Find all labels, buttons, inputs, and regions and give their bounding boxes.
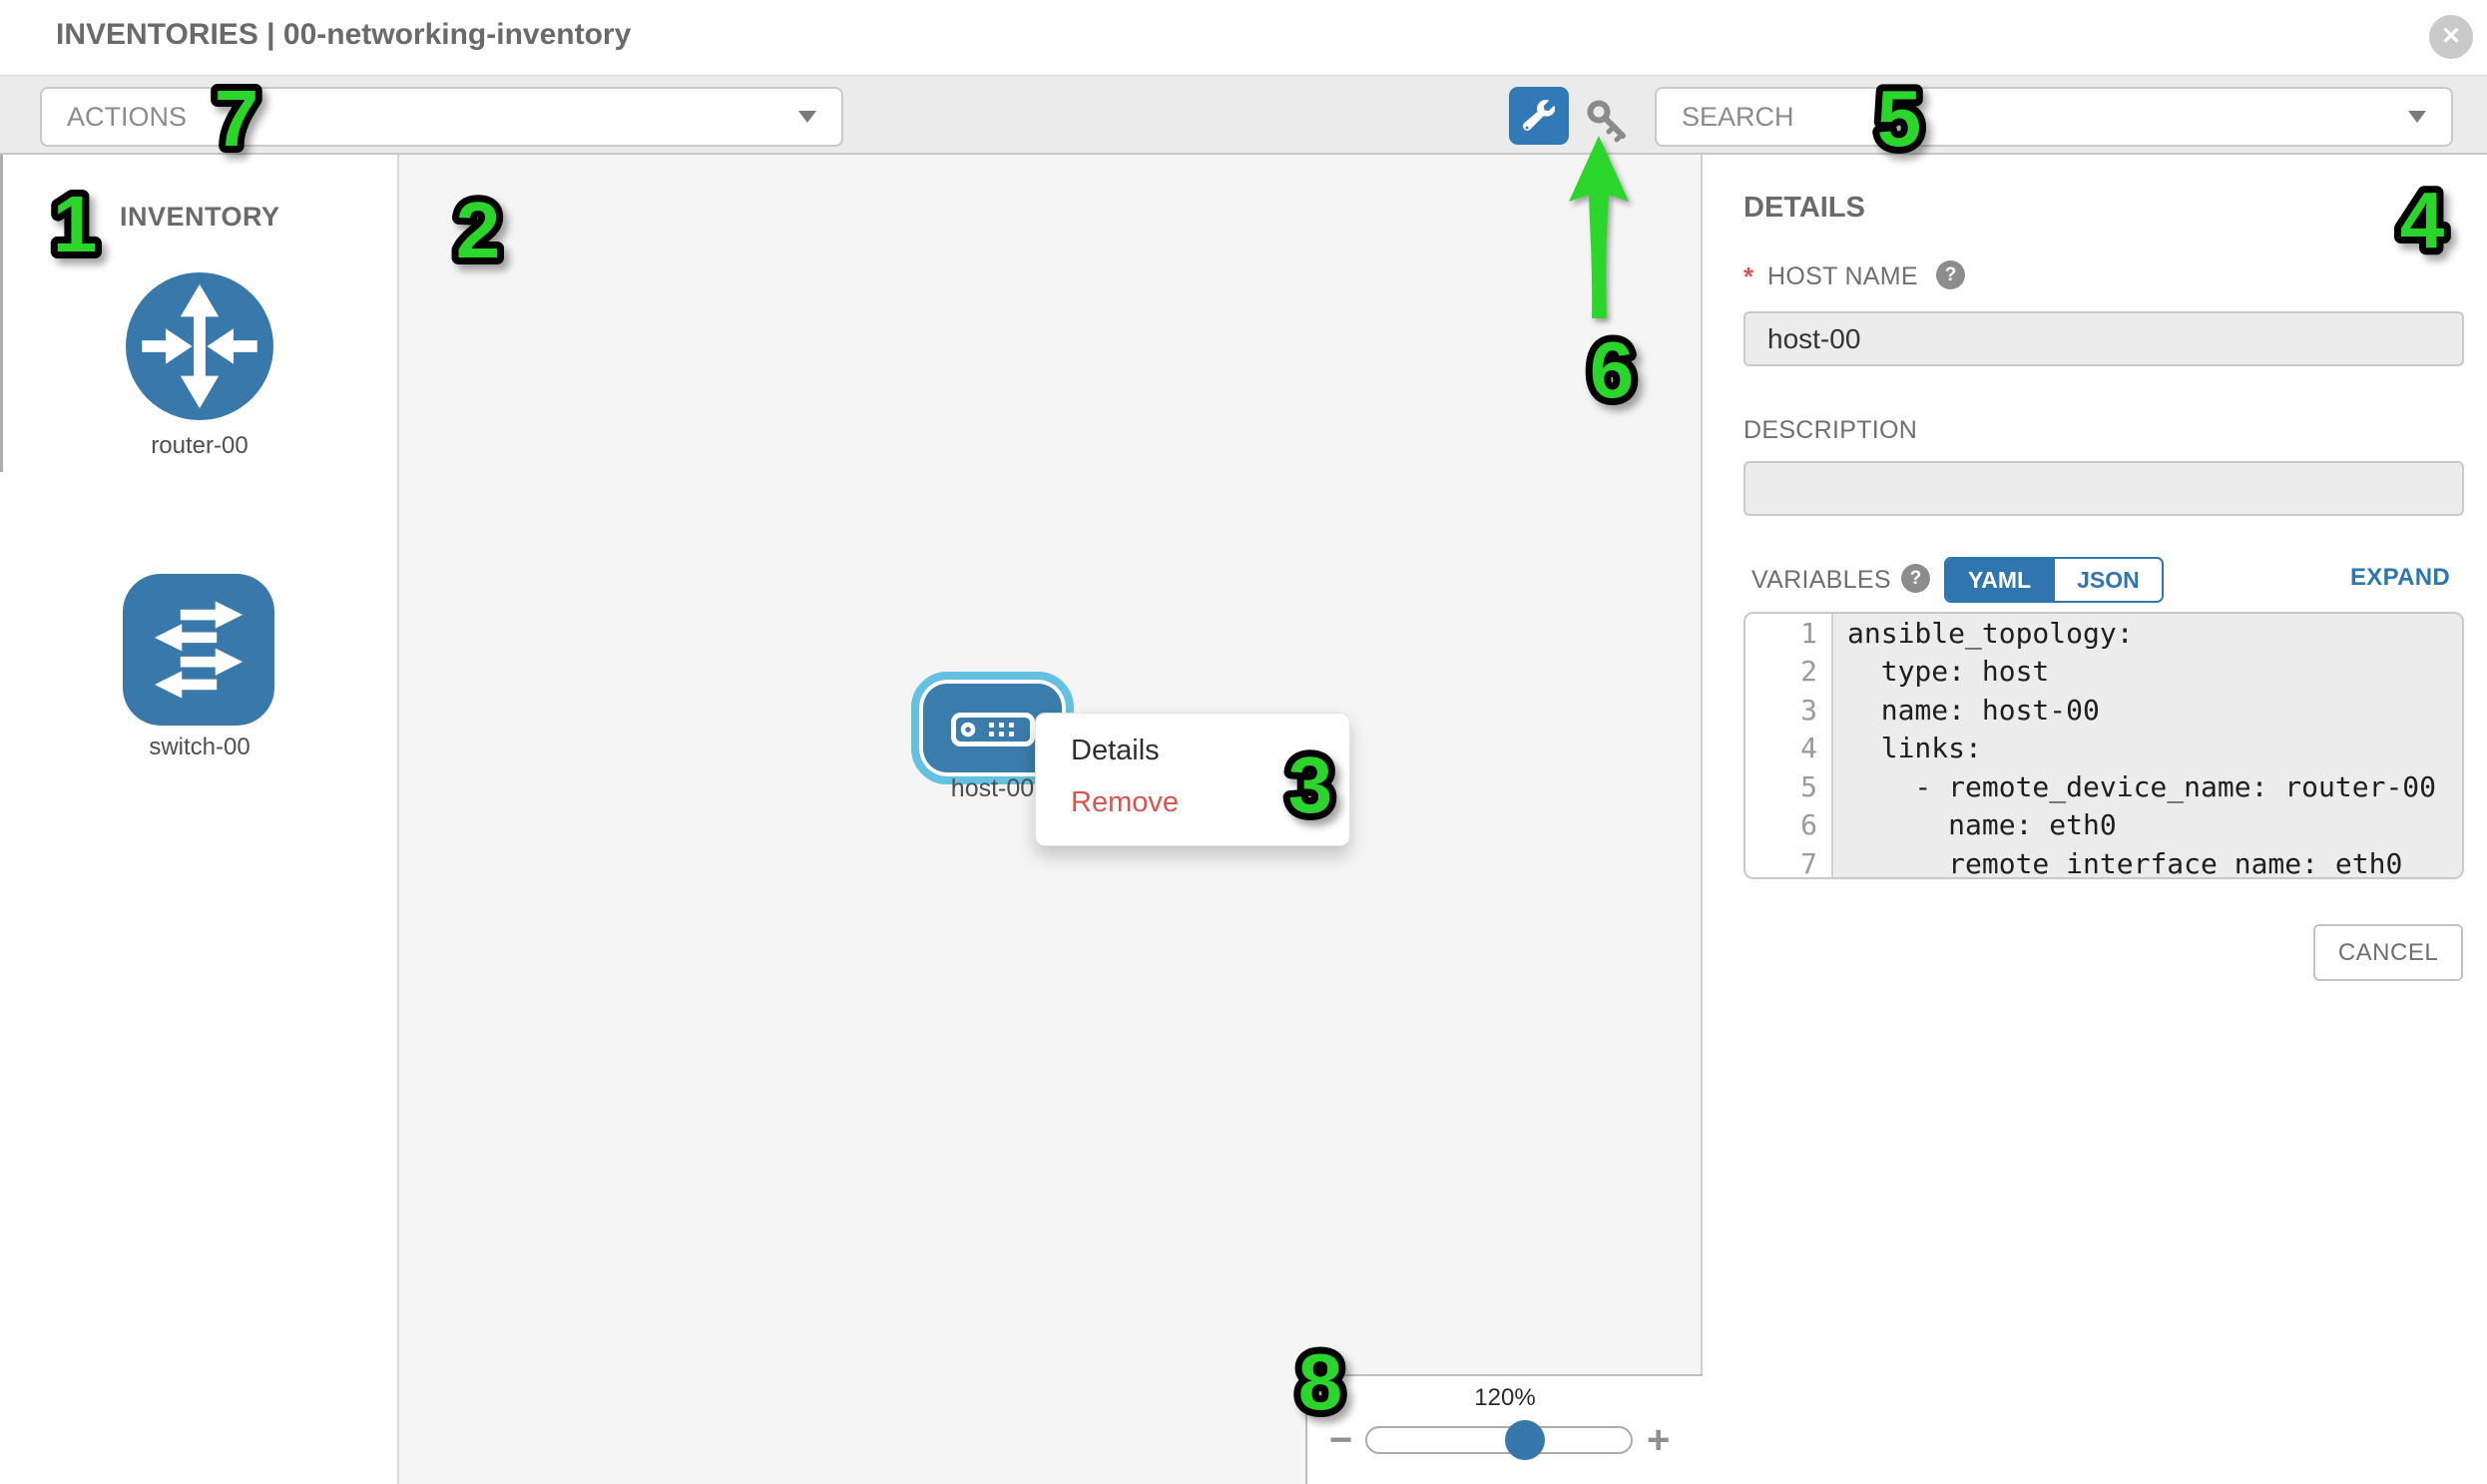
node-context-menu: Details Remove xyxy=(1035,713,1350,846)
line-number: 7 xyxy=(1745,844,1833,879)
line-number: 5 xyxy=(1745,767,1833,806)
description-label: DESCRIPTION xyxy=(1743,416,1917,445)
line-text: remote_interface_name: eth0 xyxy=(1833,847,2402,879)
toolbar: ACTIONS SEARCH xyxy=(0,75,2487,155)
menu-item-remove[interactable]: Remove xyxy=(1036,776,1349,828)
line-text: type: host xyxy=(1833,655,2049,688)
host-icon xyxy=(951,713,1035,746)
search-dropdown[interactable]: SEARCH xyxy=(1655,87,2453,147)
code-line: 3 name: host-00 xyxy=(1745,691,2462,730)
panel-edge-divider xyxy=(0,155,3,472)
line-number: 6 xyxy=(1745,806,1833,845)
details-panel-title: DETAILS xyxy=(1743,192,1865,225)
code-line: 7 remote_interface_name: eth0 xyxy=(1745,844,2462,879)
zoom-level: 120% xyxy=(1307,1384,1703,1412)
line-text: name: eth0 xyxy=(1833,808,2117,841)
code-line: 4 links: xyxy=(1745,730,2462,768)
help-icon[interactable]: ? xyxy=(1936,260,1965,289)
variables-code-editor[interactable]: 1 ansible_topology: 2 type: host 3 name:… xyxy=(1743,612,2464,879)
device-router-label: router-00 xyxy=(0,432,399,460)
description-input[interactable] xyxy=(1743,461,2464,516)
line-number: 2 xyxy=(1745,653,1833,692)
inventory-panel-title: INVENTORY xyxy=(120,202,280,233)
zoom-slider-thumb[interactable] xyxy=(1505,1420,1545,1460)
zoom-slider-track[interactable] xyxy=(1365,1426,1633,1454)
line-number: 1 xyxy=(1745,614,1833,653)
code-line: 2 type: host xyxy=(1745,653,2462,692)
cancel-button[interactable]: CANCEL xyxy=(2313,924,2463,981)
zoom-in-button[interactable]: + xyxy=(1647,1418,1670,1462)
key-button[interactable] xyxy=(1583,96,1633,146)
device-router[interactable] xyxy=(126,272,273,420)
actions-dropdown[interactable]: ACTIONS xyxy=(40,87,843,147)
search-dropdown-label: SEARCH xyxy=(1682,102,2408,133)
line-text: ansible_topology: xyxy=(1833,617,2134,650)
page-header: INVENTORIES | 00-networking-inventory ✕ xyxy=(0,0,2487,75)
zoom-control: 120% − + xyxy=(1305,1374,1703,1484)
menu-item-details[interactable]: Details xyxy=(1036,725,1349,776)
line-number: 3 xyxy=(1745,691,1833,730)
variables-label: VARIABLES xyxy=(1751,566,1891,595)
tools-button[interactable] xyxy=(1509,87,1569,145)
breadcrumb: INVENTORIES | 00-networking-inventory xyxy=(56,18,631,52)
line-text: links: xyxy=(1833,732,1982,764)
device-switch[interactable] xyxy=(123,574,274,726)
yaml-toggle-button[interactable]: YAML xyxy=(1946,559,2053,601)
line-number: 4 xyxy=(1745,730,1833,768)
variables-format-toggle: YAML JSON xyxy=(1944,557,2164,603)
chevron-down-icon xyxy=(2408,111,2426,123)
line-text: - remote_device_name: router-00 xyxy=(1833,770,2436,803)
router-icon xyxy=(126,272,273,420)
required-asterisk: * xyxy=(1743,261,1753,292)
host-name-input[interactable] xyxy=(1743,311,2464,366)
zoom-out-button[interactable]: − xyxy=(1329,1418,1352,1462)
switch-icon xyxy=(123,574,274,726)
line-text: name: host-00 xyxy=(1833,694,2100,727)
actions-dropdown-label: ACTIONS xyxy=(67,102,798,133)
code-line: 6 name: eth0 xyxy=(1745,806,2462,845)
code-line: 5 - remote_device_name: router-00 xyxy=(1745,767,2462,806)
inventory-topology-page: INVENTORIES | 00-networking-inventory ✕ … xyxy=(0,0,2487,1484)
chevron-down-icon xyxy=(798,111,816,123)
host-name-label: HOST NAME xyxy=(1767,262,1918,291)
expand-link[interactable]: EXPAND xyxy=(2325,564,2450,592)
zoom-slider-row: − + xyxy=(1307,1416,1703,1476)
help-icon[interactable]: ? xyxy=(1901,564,1930,593)
device-switch-label: switch-00 xyxy=(0,734,399,761)
code-line: 1 ansible_topology: xyxy=(1745,614,2462,653)
json-toggle-button[interactable]: JSON xyxy=(2053,559,2162,601)
wrench-icon xyxy=(1523,100,1555,132)
close-icon[interactable]: ✕ xyxy=(2429,15,2473,59)
key-icon xyxy=(1584,97,1632,145)
